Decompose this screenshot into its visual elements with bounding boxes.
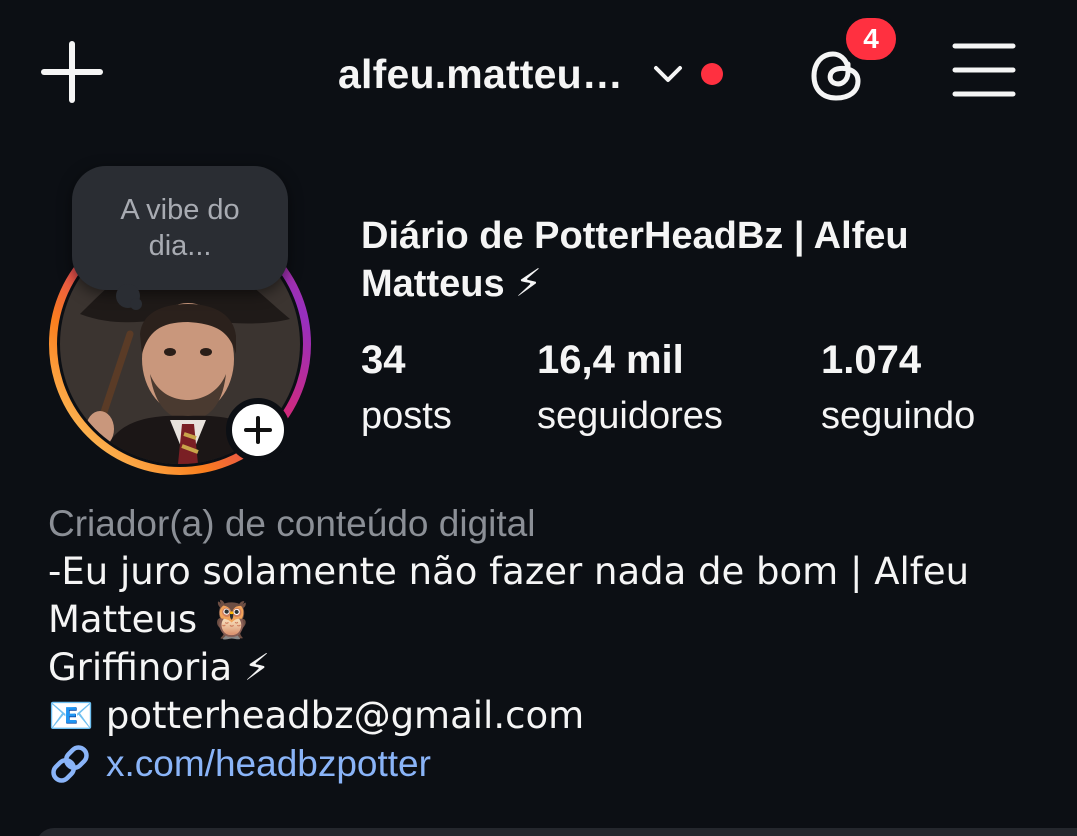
unread-dot [701,63,724,85]
stat-value: 34 [361,338,406,382]
stat-followers[interactable]: 16,4 mil seguidores [537,334,821,446]
bio: Criador(a) de conteúdo digital -Eu juro … [48,500,1048,788]
bio-line: -Eu juro solamente não fazer nada de bom… [48,550,970,641]
profile-screen: alfeu.matteu… 4 A vibe do dia... Diário … [0,0,1077,836]
note-text: A vibe do dia... [120,194,240,262]
stat-label: posts [361,395,452,437]
bio-email[interactable]: 📧 potterheadbz@gmail.com [48,692,1048,740]
menu-icon[interactable] [952,40,1016,100]
plus-icon [244,416,272,444]
profile-stats: 34 posts 16,4 mil seguidores 1.074 segui… [361,334,975,446]
stat-label: seguidores [537,395,723,437]
plus-icon[interactable] [40,40,104,104]
username: alfeu.matteu… [338,50,624,97]
stat-value: 16,4 mil [537,338,684,382]
stat-posts[interactable]: 34 posts [361,334,537,446]
notification-badge: 4 [842,14,900,64]
bottom-panel-edge [36,828,1077,836]
stat-following[interactable]: 1.074 seguindo [821,334,975,446]
stat-value: 1.074 [821,338,922,382]
stat-label: seguindo [821,395,976,437]
note-bubble[interactable]: A vibe do dia... [72,166,288,290]
top-bar: alfeu.matteu… 4 [0,0,1077,140]
bio-category: Criador(a) de conteúdo digital [48,503,536,544]
bio-link[interactable]: x.com/headbzpotter [48,740,1048,788]
link-icon [51,745,89,783]
note-bubble-tail-small [130,298,142,310]
chevron-down-icon [654,66,683,82]
bio-line: Griffinoria ⚡ [48,646,270,689]
display-name: Diário de PotterHeadBz | Alfeu Matteus ⚡ [361,215,909,305]
bio-link-text: x.com/headbzpotter [106,743,431,784]
add-story-button[interactable] [226,398,290,462]
account-switcher[interactable]: alfeu.matteu… [338,44,724,104]
